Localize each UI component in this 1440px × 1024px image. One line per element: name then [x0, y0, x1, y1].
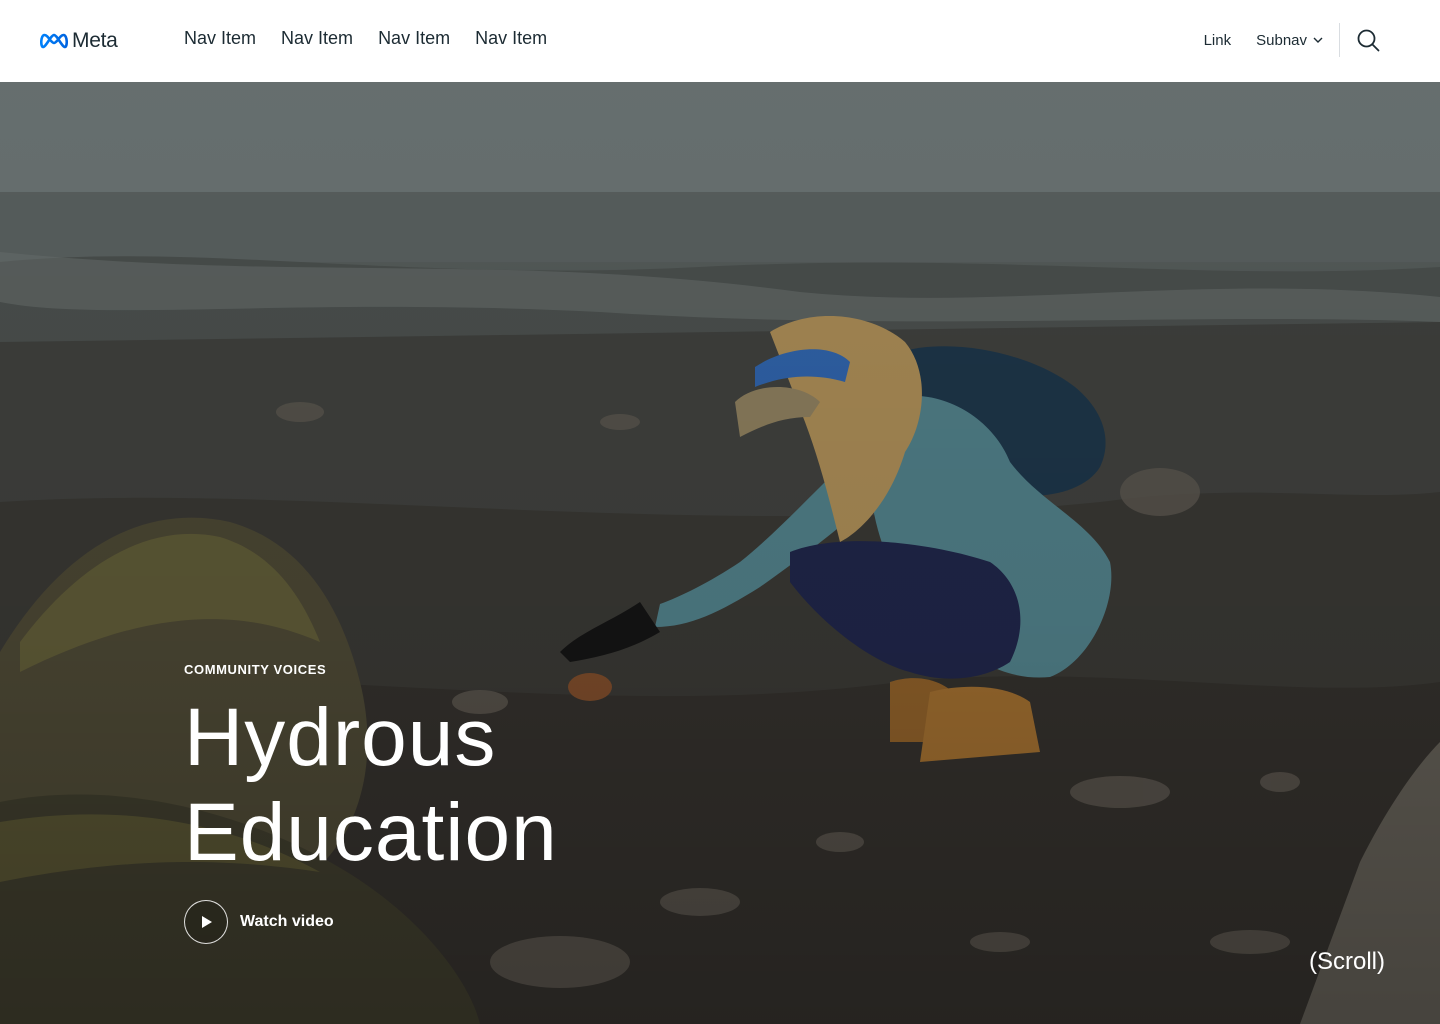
meta-logo[interactable]: Meta	[40, 29, 118, 53]
header-link[interactable]: Link	[1204, 32, 1232, 49]
site-header: Meta Nav Item Nav Item Nav Item Nav Item…	[0, 0, 1440, 82]
logo-text: Meta	[72, 29, 118, 52]
play-button-circle	[184, 900, 228, 944]
subnav-label: Subnav	[1256, 31, 1307, 49]
nav-item-2[interactable]: Nav Item	[281, 28, 353, 49]
watch-video-button[interactable]: Watch video	[184, 900, 334, 944]
nav-item-4[interactable]: Nav Item	[475, 28, 547, 49]
hero-section: COMMUNITY VOICES Hydrous Education Watch…	[0, 82, 1440, 1024]
subnav-dropdown[interactable]: Subnav	[1256, 32, 1323, 49]
nav-item-3[interactable]: Nav Item	[378, 28, 450, 49]
chevron-down-icon	[1313, 37, 1323, 43]
search-button[interactable]	[1357, 29, 1380, 52]
watch-video-label: Watch video	[240, 913, 334, 930]
meta-infinity-logo-icon	[40, 33, 68, 49]
hero-overlay	[0, 82, 1440, 1024]
hero-eyebrow: COMMUNITY VOICES	[184, 662, 327, 677]
secondary-nav: Link Subnav	[1204, 20, 1380, 60]
header-divider	[1339, 23, 1340, 57]
primary-nav: Nav Item Nav Item Nav Item Nav Item	[184, 28, 547, 49]
scroll-indicator[interactable]: (Scroll)	[1309, 948, 1385, 976]
play-icon	[202, 916, 212, 928]
nav-item-1[interactable]: Nav Item	[184, 28, 256, 49]
hero-title-line-1: Hydrous	[184, 692, 497, 783]
search-icon	[1357, 29, 1380, 51]
hero-title: Hydrous Education	[184, 690, 558, 880]
hero-title-line-2: Education	[184, 787, 558, 878]
